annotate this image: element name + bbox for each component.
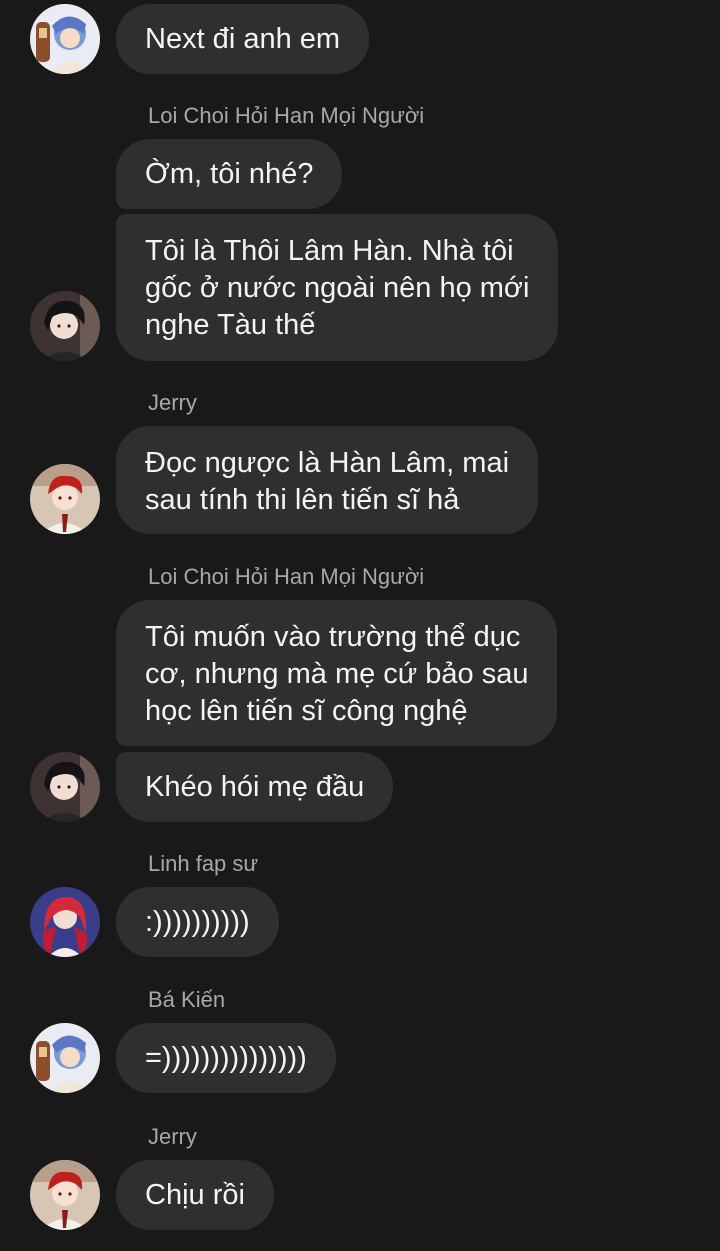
sender-name: Linh fap sư: [148, 851, 259, 876]
message-bubble[interactable]: =))))))))))))))): [116, 1023, 336, 1093]
avatar-red-hair-man[interactable]: [30, 464, 100, 534]
avatar-red-hair-woman[interactable]: [30, 887, 100, 957]
message-bubble[interactable]: Khéo hói mẹ đầu: [116, 752, 394, 822]
message-text: =))))))))))))))): [145, 1041, 307, 1074]
message-text: Tôi muốn vào trường thể dục cơ, nhưng mà…: [145, 621, 529, 727]
message-text: Đọc ngược là Hàn Lâm, mai sau tính thi l…: [145, 447, 510, 516]
avatar-dark-hair-man[interactable]: [30, 291, 100, 361]
message-bubble[interactable]: Đọc ngược là Hàn Lâm, mai sau tính thi l…: [116, 426, 539, 534]
message-bubble[interactable]: Chịu rồi: [116, 1160, 274, 1230]
avatar-blue-hair-person[interactable]: [30, 1023, 100, 1093]
avatar-dark-hair-man[interactable]: [30, 752, 100, 822]
sender-name: Jerry: [148, 390, 197, 415]
message-bubble[interactable]: :)))))))))): [116, 887, 279, 957]
message-text: Tôi là Thôi Lâm Hàn. Nhà tôi gốc ở nước …: [145, 235, 530, 341]
message-text: :)))))))))): [145, 905, 250, 938]
message-bubble[interactable]: Next đi anh em: [116, 4, 370, 74]
avatar-blue-hair-person[interactable]: [30, 4, 100, 74]
message-text: Next đi anh em: [145, 22, 341, 55]
message-text: Chịu rồi: [145, 1178, 245, 1211]
avatar-red-hair-man[interactable]: [30, 1160, 100, 1230]
message-bubble[interactable]: Ờm, tôi nhé?: [116, 139, 343, 209]
sender-name: Loi Choi Hỏi Han Mọi Người: [148, 103, 425, 128]
sender-name: Bá Kiến: [148, 987, 226, 1012]
message-bubble[interactable]: Tôi muốn vào trường thể dục cơ, nhưng mà…: [116, 600, 558, 746]
message-text: Khéo hói mẹ đầu: [145, 770, 365, 803]
sender-name: Jerry: [148, 1124, 197, 1149]
message-bubble[interactable]: Tôi là Thôi Lâm Hàn. Nhà tôi gốc ở nước …: [116, 214, 559, 361]
message-text: Ờm, tôi nhé?: [145, 157, 314, 190]
sender-name: Loi Choi Hỏi Han Mọi Người: [148, 564, 425, 589]
